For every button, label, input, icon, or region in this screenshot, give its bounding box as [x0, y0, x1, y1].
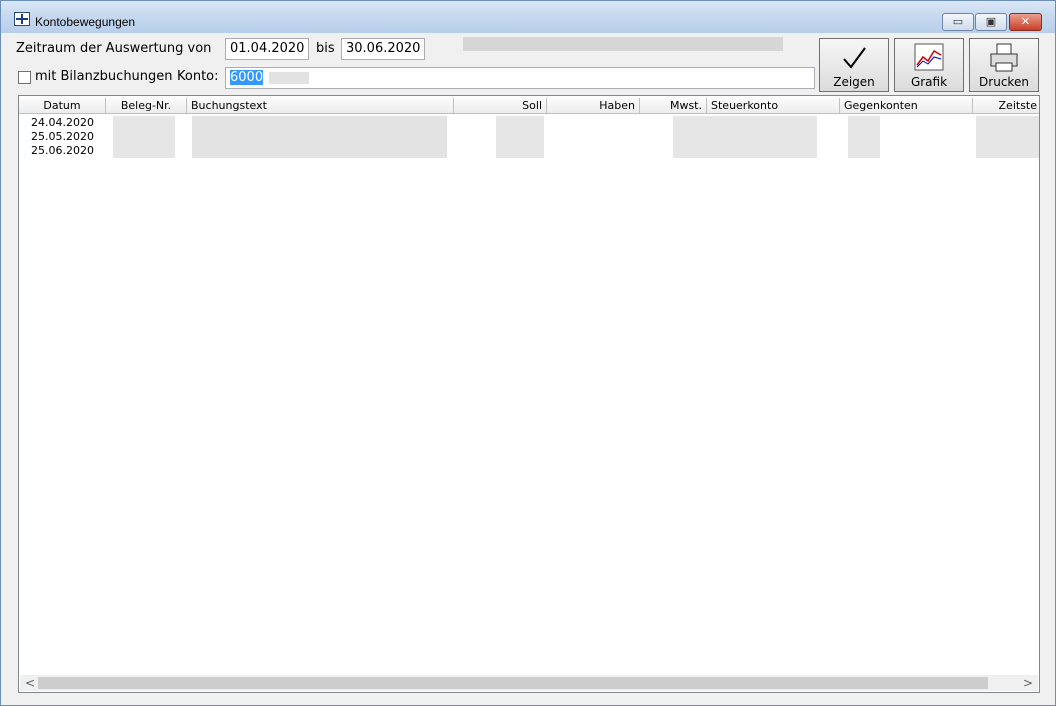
col-header-buchungstext[interactable]: Buchungstext	[187, 98, 454, 114]
redacted-text	[192, 116, 447, 158]
window-title: Kontobewegungen	[35, 15, 136, 29]
from-date-field[interactable]: 01.04.2020	[225, 38, 309, 60]
col-header-beleg-nr[interactable]: Beleg-Nr.	[106, 98, 187, 114]
scrollbar-thumb[interactable]	[38, 677, 988, 689]
bilanz-label: mit Bilanzbuchungen	[35, 69, 173, 84]
grafik-label: Grafik	[910, 75, 948, 89]
scroll-left-icon[interactable]: <	[25, 675, 35, 691]
table-row-datum[interactable]: 24.04.2020	[31, 116, 94, 129]
minimize-button[interactable]: ▭	[942, 13, 974, 31]
booking-table[interactable]: Datum Beleg-Nr. Buchungstext Soll Haben …	[18, 95, 1040, 693]
scroll-right-icon[interactable]: >	[1023, 675, 1033, 691]
zeigen-label: Zeigen	[833, 75, 875, 89]
table-row-datum[interactable]: 25.05.2020	[31, 130, 94, 143]
app-icon	[14, 12, 30, 26]
redacted-konto-name	[269, 71, 310, 84]
col-header-haben[interactable]: Haben	[547, 98, 640, 114]
redacted-mwst-steuer	[673, 116, 817, 158]
konto-value: 6000	[230, 70, 264, 85]
redacted-beleg	[113, 116, 175, 158]
redacted-info	[463, 37, 783, 51]
horizontal-scrollbar[interactable]: < >	[20, 675, 1038, 691]
grafik-button[interactable]: Grafik	[894, 38, 964, 92]
drucken-button[interactable]: Drucken	[969, 38, 1039, 92]
redacted-gegenkonten	[848, 116, 880, 158]
drucken-label: Drucken	[979, 75, 1029, 89]
chart-icon	[914, 43, 944, 71]
close-button[interactable]: ✕	[1009, 13, 1042, 31]
konto-label: Konto:	[177, 69, 219, 84]
col-header-gegenkonten[interactable]: Gegenkonten	[840, 98, 973, 114]
col-header-steuerkonto[interactable]: Steuerkonto	[707, 98, 840, 114]
table-row-datum[interactable]: 25.06.2020	[31, 144, 94, 157]
col-header-soll[interactable]: Soll	[454, 98, 547, 114]
col-header-datum[interactable]: Datum	[19, 98, 106, 114]
konto-input[interactable]: 6000	[225, 67, 815, 89]
printer-icon	[990, 43, 1018, 72]
title-bar[interactable]: Kontobewegungen ▭ ▣ ✕	[1, 1, 1055, 33]
kontobewegungen-window: Kontobewegungen ▭ ▣ ✕ Zeitraum der Auswe…	[0, 0, 1056, 706]
maximize-button[interactable]: ▣	[975, 13, 1007, 31]
col-header-mwst[interactable]: Mwst.	[640, 98, 707, 114]
redacted-zeitstempel	[976, 116, 1039, 158]
period-label: Zeitraum der Auswertung von	[16, 41, 212, 56]
to-label: bis	[316, 41, 335, 56]
bilanz-checkbox[interactable]	[18, 71, 31, 84]
to-date-field[interactable]: 30.06.2020	[341, 38, 425, 60]
checkmark-icon	[843, 47, 866, 69]
redacted-soll	[496, 116, 544, 158]
zeigen-button[interactable]: Zeigen	[819, 38, 889, 92]
col-header-zeitstempel[interactable]: Zeitste	[973, 98, 1039, 114]
